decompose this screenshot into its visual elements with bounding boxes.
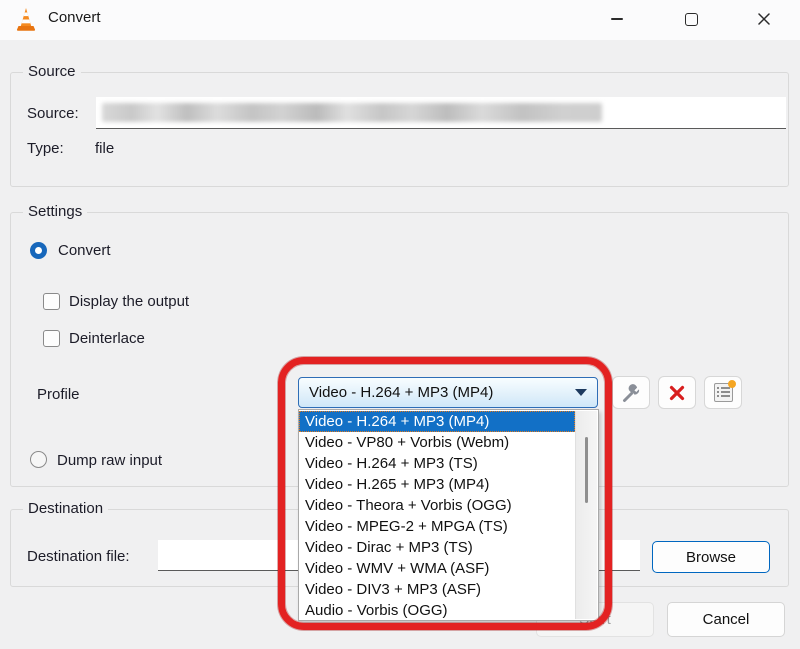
edit-profile-wrench-button[interactable] [612,376,650,409]
source-groupbox: Source [10,72,789,187]
profile-option[interactable]: Video - WMV + WMA (ASF) [299,558,575,579]
profile-option[interactable]: Video - H.264 + MP3 (TS) [299,453,575,474]
profile-dropdown-list: Video - H.264 + MP3 (MP4) Video - VP80 +… [298,409,599,621]
destination-file-label: Destination file: [27,548,130,565]
settings-group-title: Settings [23,203,87,220]
wrench-icon [621,383,641,403]
source-group-title: Source [23,63,81,80]
maximize-icon [685,13,698,26]
title-bar: Convert [0,0,800,40]
redacted-source-path [102,103,602,122]
delete-x-icon [668,384,686,402]
window-title: Convert [48,9,101,26]
profile-option-selected[interactable]: Video - H.264 + MP3 (MP4) [299,411,575,432]
orange-badge-icon [728,380,736,388]
source-path-field[interactable] [96,97,786,129]
profile-label: Profile [37,386,80,403]
dump-raw-input-label[interactable]: Dump raw input [57,452,162,469]
browse-button[interactable]: Browse [652,541,770,573]
deinterlace-label[interactable]: Deinterlace [69,330,145,347]
destination-group-title: Destination [23,500,108,517]
cancel-button[interactable]: Cancel [667,602,785,637]
minimize-icon [611,18,623,20]
profile-option[interactable]: Video - MPEG-2 + MPGA (TS) [299,516,575,537]
display-output-checkbox[interactable] [43,293,60,310]
convert-radio-label[interactable]: Convert [58,242,111,259]
create-profile-button[interactable] [704,376,742,409]
type-label: Type: [27,140,64,157]
profile-option[interactable]: Video - Dirac + MP3 (TS) [299,537,575,558]
profile-option[interactable]: Video - VP80 + Vorbis (Webm) [299,432,575,453]
dump-raw-input-radio[interactable] [30,451,47,468]
browse-button-label: Browse [686,549,736,566]
profile-option[interactable]: Video - Theora + Vorbis (OGG) [299,495,575,516]
profile-list-icon [714,383,733,402]
display-output-label[interactable]: Display the output [69,293,189,310]
minimize-button[interactable] [594,0,640,38]
profile-option[interactable]: Video - DIV3 + MP3 (ASF) [299,579,575,600]
close-button[interactable] [741,0,787,38]
profile-selected-value: Video - H.264 + MP3 (MP4) [309,384,575,401]
dropdown-scrollbar[interactable] [575,411,597,619]
source-label: Source: [27,105,79,122]
type-value: file [95,140,114,157]
convert-radio[interactable] [30,242,47,259]
vlc-cone-icon [14,7,38,33]
delete-profile-button[interactable] [658,376,696,409]
chevron-down-icon [575,389,587,396]
maximize-button[interactable] [668,0,714,38]
profile-option[interactable]: Video - H.265 + MP3 (MP4) [299,474,575,495]
dropdown-scrollbar-thumb[interactable] [585,437,588,503]
close-icon [757,12,771,26]
deinterlace-checkbox[interactable] [43,330,60,347]
profile-option[interactable]: Audio - Vorbis (OGG) [299,600,575,621]
profile-combobox[interactable]: Video - H.264 + MP3 (MP4) [298,377,598,408]
cancel-button-label: Cancel [703,611,750,628]
